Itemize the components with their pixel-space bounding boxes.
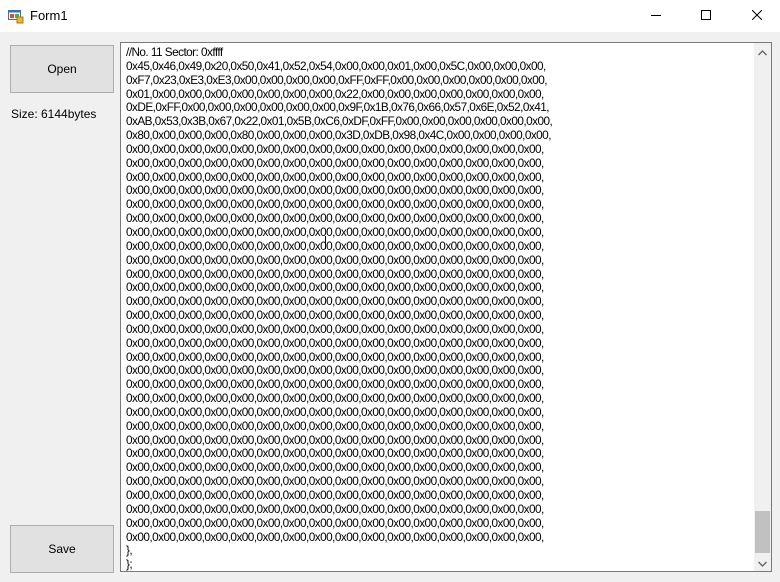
editor-line: 0x00,0x00,0x00,0x00,0x00,0x00,0x00,0x00,…: [126, 141, 544, 156]
save-button[interactable]: Save: [10, 525, 114, 573]
open-button[interactable]: Open: [10, 45, 114, 93]
editor-line: 0x00,0x00,0x00,0x00,0x00,0x00,0x00,0x00,…: [126, 169, 544, 184]
editor-line: 0x00,0x00,0x00,0x00,0x00,0x00,0x00,0x00,…: [126, 308, 544, 323]
editor-line: 0x00,0x00,0x00,0x00,0x00,0x00,0x00,0x00,…: [126, 432, 544, 447]
editor-line: 0x00,0x00,0x00,0x00,0x00,0x00,0x00,0x00,…: [126, 321, 544, 336]
maximize-icon: [701, 7, 711, 25]
editor-line: 0x00,0x00,0x00,0x00,0x00,0x00,0x00,0x00,…: [126, 404, 544, 419]
chevron-up-icon: [758, 43, 767, 61]
editor-line: 0x80,0x00,0x00,0x00,0x80,0x00,0x00,0x00,…: [126, 128, 551, 143]
scroll-down-button[interactable]: [754, 554, 771, 571]
close-icon: [751, 7, 763, 25]
editor-line: 0x00,0x00,0x00,0x00,0x00,0x00,0x00,0x00,…: [126, 211, 544, 226]
editor-line: 0x00,0x00,0x00,0x00,0x00,0x00,0x00,0x00,…: [126, 488, 544, 502]
editor-line: 0x00,0x00,0x00,0x00,0x00,0x00,0x00,0x00,…: [126, 294, 544, 309]
editor-line: 0x00,0x00,0x00,0x00,0x00,0x00,0x00,0x00,…: [126, 349, 544, 364]
editor-line: 0x01,0x00,0x00,0x00,0x00,0x00,0x00,0x00,…: [126, 86, 544, 101]
chevron-down-icon: [758, 554, 767, 572]
editor-line: 0x00,0x00,0x00,0x00,0x00,0x00,0x00,0x00,…: [126, 266, 544, 281]
size-label: Size: 6144bytes: [11, 107, 97, 121]
editor-line: 0x00,0x00,0x00,0x00,0x00,0x00,0x00,0x00,…: [126, 515, 544, 530]
close-button[interactable]: [734, 0, 780, 32]
editor-line: 0xAB,0x53,0x3B,0x67,0x22,0x01,0x5B,0xC6,…: [126, 114, 553, 129]
editor-line: 0x00,0x00,0x00,0x00,0x00,0x00,0x00,0x00,…: [126, 238, 544, 253]
editor-line: 0x00,0x00,0x00,0x00,0x00,0x00,0x00,0x00,…: [126, 460, 544, 475]
vertical-scrollbar[interactable]: [754, 43, 771, 571]
editor-line: //No. 11 Sector: 0xffff: [126, 45, 223, 59]
editor-line: 0x00,0x00,0x00,0x00,0x00,0x00,0x00,0x00,…: [126, 391, 544, 406]
title-bar[interactable]: Form1: [0, 0, 780, 32]
form-window-icon: [8, 8, 24, 24]
text-caret: [325, 236, 326, 249]
minimize-button[interactable]: [633, 0, 679, 32]
scroll-up-button[interactable]: [754, 43, 771, 60]
editor-line: 0x00,0x00,0x00,0x00,0x00,0x00,0x00,0x00,…: [126, 418, 544, 433]
editor-line: 0x00,0x00,0x00,0x00,0x00,0x00,0x00,0x00,…: [126, 224, 544, 239]
editor-line: 0x00,0x00,0x00,0x00,0x00,0x00,0x00,0x00,…: [126, 183, 544, 198]
editor-line: 0xDE,0xFF,0x00,0x00,0x00,0x00,0x00,0x00,…: [126, 100, 550, 115]
editor-line: 0x00,0x00,0x00,0x00,0x00,0x00,0x00,0x00,…: [126, 252, 544, 267]
window-title: Form1: [30, 8, 68, 23]
maximize-button[interactable]: [683, 0, 729, 32]
editor-line: 0x00,0x00,0x00,0x00,0x00,0x00,0x00,0x00,…: [126, 446, 544, 461]
scroll-thumb[interactable]: [755, 511, 770, 553]
editor-line: 0x00,0x00,0x00,0x00,0x00,0x00,0x00,0x00,…: [126, 501, 544, 516]
editor-text[interactable]: //No. 11 Sector: 0xffff 0x45,0x46,0x49,0x…: [126, 45, 751, 572]
editor-line: 0x00,0x00,0x00,0x00,0x00,0x00,0x00,0x00,…: [126, 474, 544, 489]
editor-line: 0x00,0x00,0x00,0x00,0x00,0x00,0x00,0x00,…: [126, 197, 544, 212]
editor-line: },: [126, 543, 133, 558]
editor-line: };: [126, 557, 133, 572]
editor-line: 0x00,0x00,0x00,0x00,0x00,0x00,0x00,0x00,…: [126, 529, 544, 544]
editor-line: 0x00,0x00,0x00,0x00,0x00,0x00,0x00,0x00,…: [126, 377, 544, 392]
editor-line: 0x00,0x00,0x00,0x00,0x00,0x00,0x00,0x00,…: [126, 155, 544, 170]
minimize-icon: [651, 7, 661, 25]
editor-line: 0x45,0x46,0x49,0x20,0x50,0x41,0x52,0x54,…: [126, 58, 546, 73]
hex-editor-textbox[interactable]: //No. 11 Sector: 0xffff 0x45,0x46,0x49,0x…: [120, 42, 772, 572]
editor-line: 0x00,0x00,0x00,0x00,0x00,0x00,0x00,0x00,…: [126, 280, 544, 295]
editor-line: 0xF7,0x23,0xE3,0xE3,0x00,0x00,0x00,0x00,…: [126, 72, 548, 87]
editor-line: 0x00,0x00,0x00,0x00,0x00,0x00,0x00,0x00,…: [126, 363, 544, 378]
editor-line: 0x00,0x00,0x00,0x00,0x00,0x00,0x00,0x00,…: [126, 335, 544, 350]
